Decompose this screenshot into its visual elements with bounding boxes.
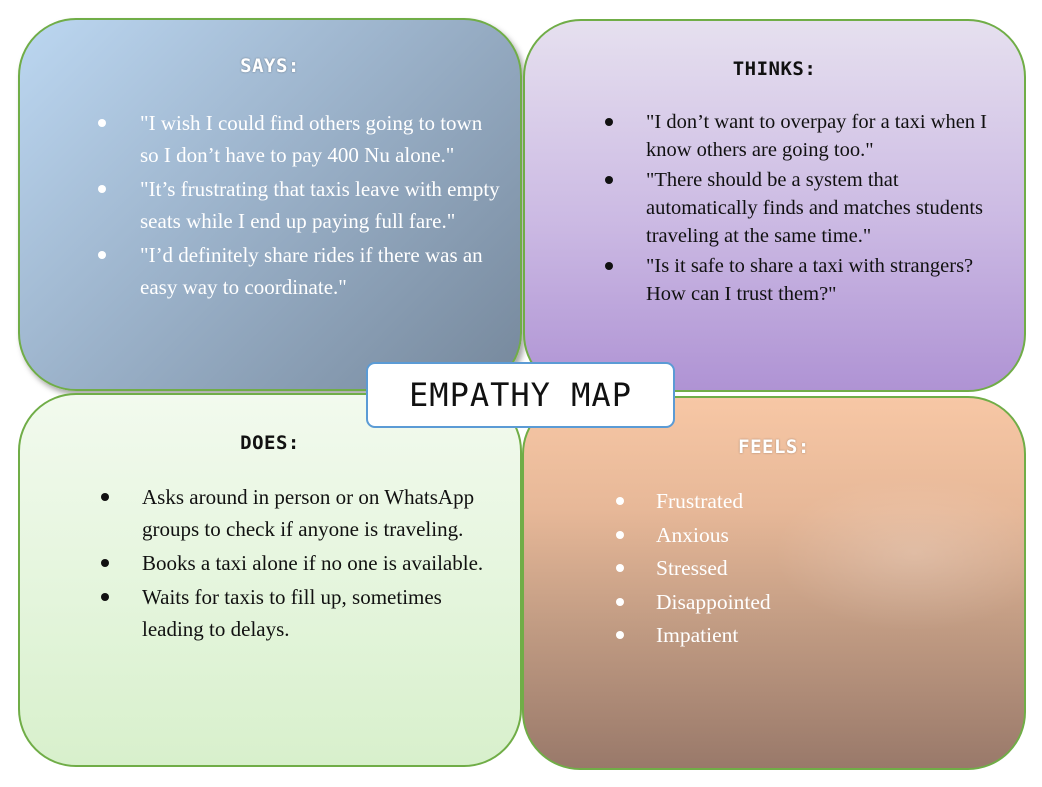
says-item-text: "I wish I could find others going to tow… [140,111,483,167]
bullet-icon [605,118,613,126]
list-item: Books a taxi alone if no one is availabl… [101,547,502,579]
bullet-icon [98,185,106,193]
does-list: Asks around in person or on WhatsApp gro… [101,481,502,647]
list-item: "It’s frustrating that taxis leave with … [98,173,500,237]
bullet-icon [616,497,624,505]
list-item: Waits for taxis to fill up, sometimes le… [101,581,502,645]
list-item: Disappointed [616,586,956,620]
feels-heading: FEELS: [738,436,810,458]
bullet-icon [616,631,624,640]
bullet-icon [98,119,106,127]
list-item: "I wish I could find others going to tow… [98,107,500,171]
list-item: "Is it safe to share a taxi with strange… [605,252,1011,308]
thinks-list: "I don’t want to overpay for a taxi when… [605,108,1011,310]
page-title: EMPATHY MAP [409,376,632,414]
feels-item-text: Stressed [656,556,728,581]
says-quadrant: SAYS: "I wish I could find others going … [18,18,522,391]
bullet-icon [616,597,624,606]
feels-item-text: Disappointed [656,589,771,614]
feels-item-text: Impatient [656,623,739,648]
feels-item-text: Anxious [656,522,729,547]
says-item-text: "I’d definitely share rides if there was… [140,243,483,299]
bullet-icon [101,593,109,601]
thinks-item-text: "Is it safe to share a taxi with strange… [646,255,974,305]
bullet-icon [616,564,624,573]
bullet-icon [101,559,109,567]
thinks-quadrant: THINKS: "I don’t want to overpay for a t… [523,19,1026,392]
bullet-icon [616,530,624,539]
bullet-icon [605,176,613,184]
does-quadrant: DOES: Asks around in person or on WhatsA… [18,393,522,767]
thinks-item-text: "I don’t want to overpay for a taxi when… [646,111,988,161]
list-item: Frustrated [616,485,956,519]
list-item: "I don’t want to overpay for a taxi when… [605,108,1011,164]
says-heading: SAYS: [240,55,300,77]
list-item: Stressed [616,552,956,586]
list-item: "There should be a system that automatic… [605,166,1011,250]
feels-item-text: Frustrated [656,489,744,513]
thinks-heading: THINKS: [732,58,817,80]
empathy-map-title-box: EMPATHY MAP [366,362,675,428]
says-item-text: "It’s frustrating that taxis leave with … [140,177,500,233]
does-item-text: Books a taxi alone if no one is availabl… [142,551,484,575]
does-heading: DOES: [240,432,300,454]
bullet-icon [98,251,106,259]
says-list: "I wish I could find others going to tow… [98,107,500,305]
list-item: Impatient [616,619,956,653]
list-item: Anxious [616,519,956,553]
does-item-text: Waits for taxis to fill up, sometimes le… [142,585,442,641]
thinks-item-text: "There should be a system that automatic… [646,169,984,247]
bullet-icon [101,493,109,501]
does-item-text: Asks around in person or on WhatsApp gro… [142,485,475,541]
feels-quadrant: FEELS: Frustrated Anxious Stressed Disap… [522,396,1026,770]
feels-list: Frustrated Anxious Stressed Disappointed… [616,485,956,653]
list-item: Asks around in person or on WhatsApp gro… [101,481,502,545]
bullet-icon [605,262,613,270]
list-item: "I’d definitely share rides if there was… [98,239,500,303]
